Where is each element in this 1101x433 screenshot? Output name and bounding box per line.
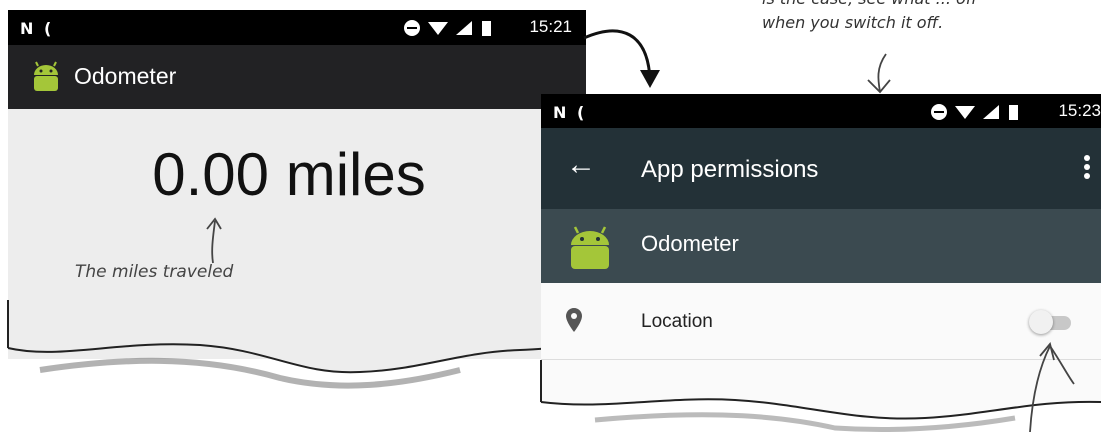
screen-title: App permissions — [641, 156, 819, 183]
android-icon — [571, 226, 609, 269]
torn-edge-decoration — [7, 300, 587, 389]
toggle-thumb — [1029, 310, 1053, 334]
app-bar: Odometer — [8, 45, 586, 109]
status-icons — [931, 104, 1018, 120]
annotation-miles-label: The miles traveled — [75, 262, 234, 282]
notification-icons: N ( — [553, 103, 584, 121]
miles-reading: 0.00 miles — [152, 141, 426, 208]
annotation-arrow-toggle — [1029, 342, 1075, 433]
annotation-top-line2: when you switch it off. — [762, 13, 944, 32]
annotation-arrow-miles — [206, 217, 222, 264]
status-icons — [404, 20, 491, 36]
svg-text:N: N — [20, 19, 33, 37]
permission-label: Location — [641, 311, 713, 332]
app-name: Odometer — [641, 231, 739, 256]
svg-text:(: ( — [44, 19, 51, 37]
annotation-top-line1: is the case, see what ... off — [762, 0, 977, 10]
notification-icons: N ( — [20, 19, 51, 37]
location-pin-icon — [566, 308, 582, 332]
status-bar-2: N ( 15:23 — [541, 94, 1101, 128]
svg-text:N: N — [553, 103, 566, 121]
back-arrow-icon[interactable]: ← — [566, 148, 596, 182]
app-header: Odometer — [541, 209, 1101, 283]
transition-arrow — [583, 29, 660, 88]
more-vert-icon[interactable] — [1083, 154, 1091, 180]
app-title: Odometer — [74, 63, 177, 89]
status-time: 15:21 — [529, 17, 572, 36]
android-icon — [34, 61, 58, 91]
svg-text:(: ( — [577, 103, 584, 121]
annotation-arrow-top — [867, 53, 891, 94]
location-toggle[interactable] — [1029, 310, 1075, 334]
status-bar: N ( 15:21 — [8, 10, 586, 45]
status-time: 15:23 — [1058, 101, 1101, 120]
permissions-app-bar: ← App permissions — [541, 128, 1101, 209]
